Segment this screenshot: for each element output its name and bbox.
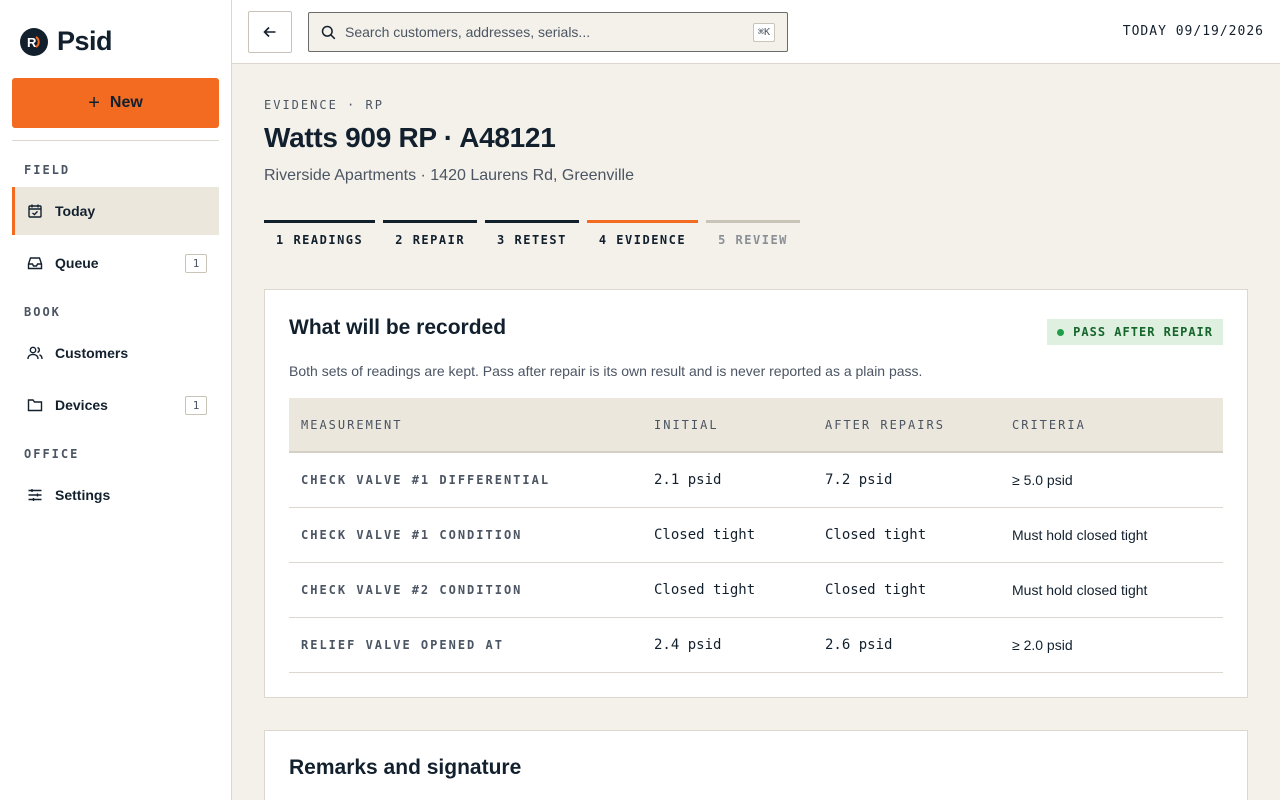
remarks-card-title: Remarks and signature: [289, 756, 522, 779]
page-title: Watts 909 RP · A48121: [264, 122, 556, 153]
table-row: CHECK VALVE #1 DIFFERENTIAL 2.1 psid 7.2…: [289, 452, 1223, 508]
step-repair[interactable]: 2 REPAIR: [383, 220, 478, 254]
step-tabs: 1 READINGS 2 REPAIR 3 RETEST 4 EVIDENCE …: [264, 220, 808, 254]
new-button-label: New: [109, 94, 143, 111]
calendar-check-icon: [27, 203, 43, 219]
table-row: CHECK VALVE #2 CONDITION Closed tight Cl…: [289, 562, 1223, 618]
section-label-book: BOOK: [24, 305, 61, 319]
remarks-card: Remarks and signature: [264, 730, 1248, 800]
sidebar-item-settings[interactable]: Settings: [12, 471, 219, 519]
sidebar-item-label: Queue: [55, 255, 99, 271]
after-repairs-cell: Closed tight: [813, 562, 1000, 618]
users-icon: [27, 345, 43, 361]
criteria-cell: Must hold closed tight: [1000, 562, 1223, 618]
table-header-row: MEASUREMENT INITIAL AFTER REPAIRS CRITER…: [289, 398, 1223, 453]
step-evidence[interactable]: 4 EVIDENCE: [586, 220, 699, 254]
sidebar-item-today[interactable]: Today: [12, 187, 219, 235]
brand-name: Psid: [57, 26, 113, 56]
readings-table: MEASUREMENT INITIAL AFTER REPAIRS CRITER…: [289, 398, 1223, 673]
after-repairs-cell: 2.6 psid: [813, 617, 1000, 673]
sidebar-item-label: Settings: [55, 487, 111, 503]
arrow-left-icon: [263, 26, 276, 38]
page-eyebrow: EVIDENCE · RP: [264, 98, 384, 112]
search-box[interactable]: ⌘K: [308, 12, 788, 52]
section-label-office: OFFICE: [24, 447, 80, 461]
page-subtitle: Riverside Apartments · 1420 Laurens Rd, …: [264, 167, 634, 184]
recorded-card-description: Both sets of readings are kept. Pass aft…: [289, 363, 923, 379]
initial-cell: 2.4 psid: [642, 617, 813, 673]
sidebar-item-devices[interactable]: Devices 1: [12, 381, 219, 429]
svg-text:R: R: [27, 35, 37, 50]
initial-cell: Closed tight: [642, 562, 813, 618]
folder-icon: [27, 397, 43, 413]
plus-icon: +: [88, 92, 100, 114]
step-retest[interactable]: 3 RETEST: [485, 220, 579, 254]
criteria-cell: ≥ 2.0 psid: [1000, 617, 1223, 673]
topbar: ⌘K TODAY 09/19/2026: [232, 0, 1280, 64]
measurement-cell: RELIEF VALVE OPENED AT: [289, 617, 642, 673]
result-status-badge: PASS AFTER REPAIR: [1047, 319, 1223, 345]
table-row: CHECK VALVE #1 CONDITION Closed tight Cl…: [289, 507, 1223, 563]
search-icon: [321, 25, 336, 39]
queue-count-badge: 1: [185, 254, 207, 273]
step-readings[interactable]: 1 READINGS: [264, 220, 376, 254]
after-repairs-cell: 7.2 psid: [813, 452, 1000, 508]
column-header-after-repairs: AFTER REPAIRS: [813, 398, 1000, 453]
today-date: TODAY 09/19/2026: [1122, 24, 1264, 39]
sidebar-item-label: Customers: [55, 345, 129, 361]
status-dot-icon: [1057, 328, 1065, 336]
recorded-card: What will be recorded PASS AFTER REPAIR …: [264, 289, 1248, 698]
devices-count-badge: 1: [185, 396, 207, 415]
sidebar-item-queue[interactable]: Queue 1: [12, 239, 219, 287]
section-label-field: FIELD: [24, 163, 71, 177]
column-header-measurement: MEASUREMENT: [289, 398, 642, 453]
sliders-icon: [27, 487, 43, 503]
sidebar-item-label: Devices: [55, 397, 108, 413]
after-repairs-cell: Closed tight: [813, 507, 1000, 563]
result-status-label: PASS AFTER REPAIR: [1073, 325, 1213, 339]
step-review[interactable]: 5 REVIEW: [706, 220, 800, 254]
sidebar-divider: [12, 140, 219, 141]
column-header-initial: INITIAL: [642, 398, 813, 453]
criteria-cell: Must hold closed tight: [1000, 507, 1223, 563]
search-input[interactable]: [345, 24, 725, 40]
measurement-cell: CHECK VALVE #2 CONDITION: [289, 562, 642, 618]
recorded-card-title: What will be recorded: [289, 316, 507, 339]
column-header-criteria: CRITERIA: [1000, 398, 1223, 453]
measurement-cell: CHECK VALVE #1 DIFFERENTIAL: [289, 452, 642, 508]
sidebar-item-label: Today: [55, 203, 96, 219]
inbox-icon: [27, 255, 43, 271]
brand-logo-icon: R: [20, 27, 48, 56]
brand[interactable]: R Psid: [20, 26, 113, 57]
criteria-cell: ≥ 5.0 psid: [1000, 452, 1223, 508]
initial-cell: Closed tight: [642, 507, 813, 563]
sidebar: R Psid + New FIELD Today Queue 1 BOOK Cu…: [0, 0, 232, 800]
measurement-cell: CHECK VALVE #1 CONDITION: [289, 507, 642, 563]
back-button[interactable]: [248, 11, 292, 53]
table-row: RELIEF VALVE OPENED AT 2.4 psid 2.6 psid…: [289, 617, 1223, 673]
main-content: EVIDENCE · RP Watts 909 RP · A48121 Rive…: [232, 64, 1280, 800]
new-button[interactable]: + New: [12, 78, 219, 128]
initial-cell: 2.1 psid: [642, 452, 813, 508]
search-shortcut-hint: ⌘K: [752, 23, 775, 42]
sidebar-item-customers[interactable]: Customers: [12, 329, 219, 377]
